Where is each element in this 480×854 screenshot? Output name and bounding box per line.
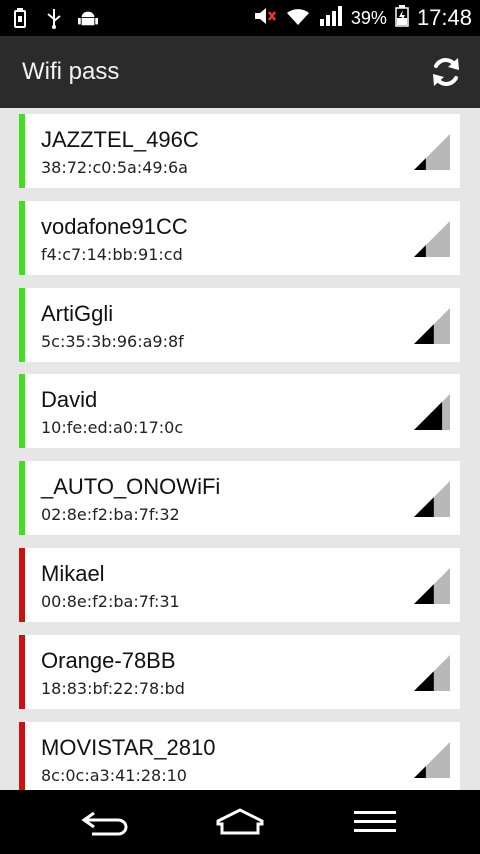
network-name: MOVISTAR_2810 bbox=[41, 734, 216, 760]
menu-button[interactable] bbox=[345, 804, 405, 840]
usb-debug-icon bbox=[44, 6, 64, 30]
mute-icon bbox=[253, 5, 277, 32]
network-mac: 5c:35:3b:96:a9:8f bbox=[41, 331, 184, 351]
network-item[interactable]: Mikael 00:8e:f2:ba:7f:31 bbox=[19, 548, 460, 622]
clock: 17:48 bbox=[416, 5, 472, 30]
battery-icon bbox=[395, 4, 409, 32]
network-item[interactable]: David 10:fe:ed:a0:17:0c bbox=[19, 374, 460, 449]
android-icon bbox=[78, 6, 98, 30]
network-name: JAZZTEL_496C bbox=[41, 127, 199, 152]
usb-icon bbox=[10, 6, 30, 30]
network-mac: 38:72:c0:5a:49:6a bbox=[41, 158, 188, 177]
network-name: ArtiGgli bbox=[41, 300, 114, 326]
network-status-bar bbox=[19, 548, 25, 622]
network-status-bar bbox=[19, 114, 25, 188]
status-bar: 39% 17:48 bbox=[0, 0, 480, 36]
network-item[interactable]: ArtiGgli 5c:35:3b:96:a9:8f bbox=[19, 287, 460, 362]
signal-strength-icon bbox=[414, 220, 450, 257]
network-status-bar bbox=[19, 374, 25, 449]
wifi-icon bbox=[285, 5, 311, 32]
refresh-button[interactable] bbox=[428, 54, 464, 90]
app-title: Wifi pass bbox=[22, 58, 120, 85]
network-list[interactable]: JAZZTEL_496C 38:72:c0:5a:49:6a vodafone91C… bbox=[0, 108, 480, 790]
signal-strength-icon bbox=[414, 568, 450, 604]
network-name: Mikael bbox=[41, 561, 105, 586]
signal-strength-icon bbox=[414, 394, 450, 431]
network-mac: 10:fe:ed:a0:17:0c bbox=[41, 418, 184, 438]
network-name: David bbox=[41, 387, 98, 413]
home-button[interactable] bbox=[210, 804, 270, 840]
network-item[interactable]: Orange-78BB 18:83:bf:22:78:bd bbox=[19, 634, 460, 709]
network-name: vodafone91CC bbox=[41, 213, 188, 239]
app-bar: Wifi pass bbox=[0, 36, 480, 108]
network-item[interactable]: JAZZTEL_496C 38:72:c0:5a:49:6a bbox=[19, 114, 460, 188]
network-status-bar bbox=[19, 634, 25, 709]
network-item[interactable]: vodafone91CC f4:c7:14:bb:91:cd bbox=[19, 200, 460, 275]
network-mac: 00:8e:f2:ba:7f:31 bbox=[41, 592, 180, 611]
navigation-bar bbox=[0, 790, 480, 854]
menu-icon bbox=[354, 811, 396, 832]
network-mac: 18:83:bf:22:78:bd bbox=[41, 678, 185, 698]
network-item[interactable]: _AUTO_ONOWiFi 02:8e:f2:ba:7f:32 bbox=[19, 461, 460, 536]
signal-strength-icon bbox=[414, 481, 450, 518]
network-name: Orange-78BB bbox=[41, 647, 176, 673]
home-icon bbox=[216, 808, 264, 835]
network-mac: 02:8e:f2:ba:7f:32 bbox=[41, 505, 180, 525]
network-mac: f4:c7:14:bb:91:cd bbox=[41, 244, 183, 264]
signal-strength-icon bbox=[414, 134, 450, 170]
network-status-bar bbox=[19, 721, 25, 790]
signal-strength-icon bbox=[414, 741, 450, 778]
back-icon bbox=[81, 811, 128, 836]
signal-strength-icon bbox=[414, 654, 450, 691]
network-item[interactable]: MOVISTAR_2810 8c:0c:a3:41:28:10 bbox=[19, 721, 460, 790]
battery-percent: 39% bbox=[350, 7, 387, 28]
network-status-bar bbox=[19, 200, 25, 275]
cell-signal-icon bbox=[319, 5, 343, 32]
network-status-bar bbox=[19, 461, 25, 536]
refresh-icon bbox=[433, 58, 459, 86]
network-name: _AUTO_ONOWiFi bbox=[41, 474, 221, 500]
signal-strength-icon bbox=[414, 307, 450, 344]
back-button[interactable] bbox=[75, 804, 135, 840]
network-status-bar bbox=[19, 287, 25, 362]
network-mac: 8c:0c:a3:41:28:10 bbox=[41, 765, 187, 785]
